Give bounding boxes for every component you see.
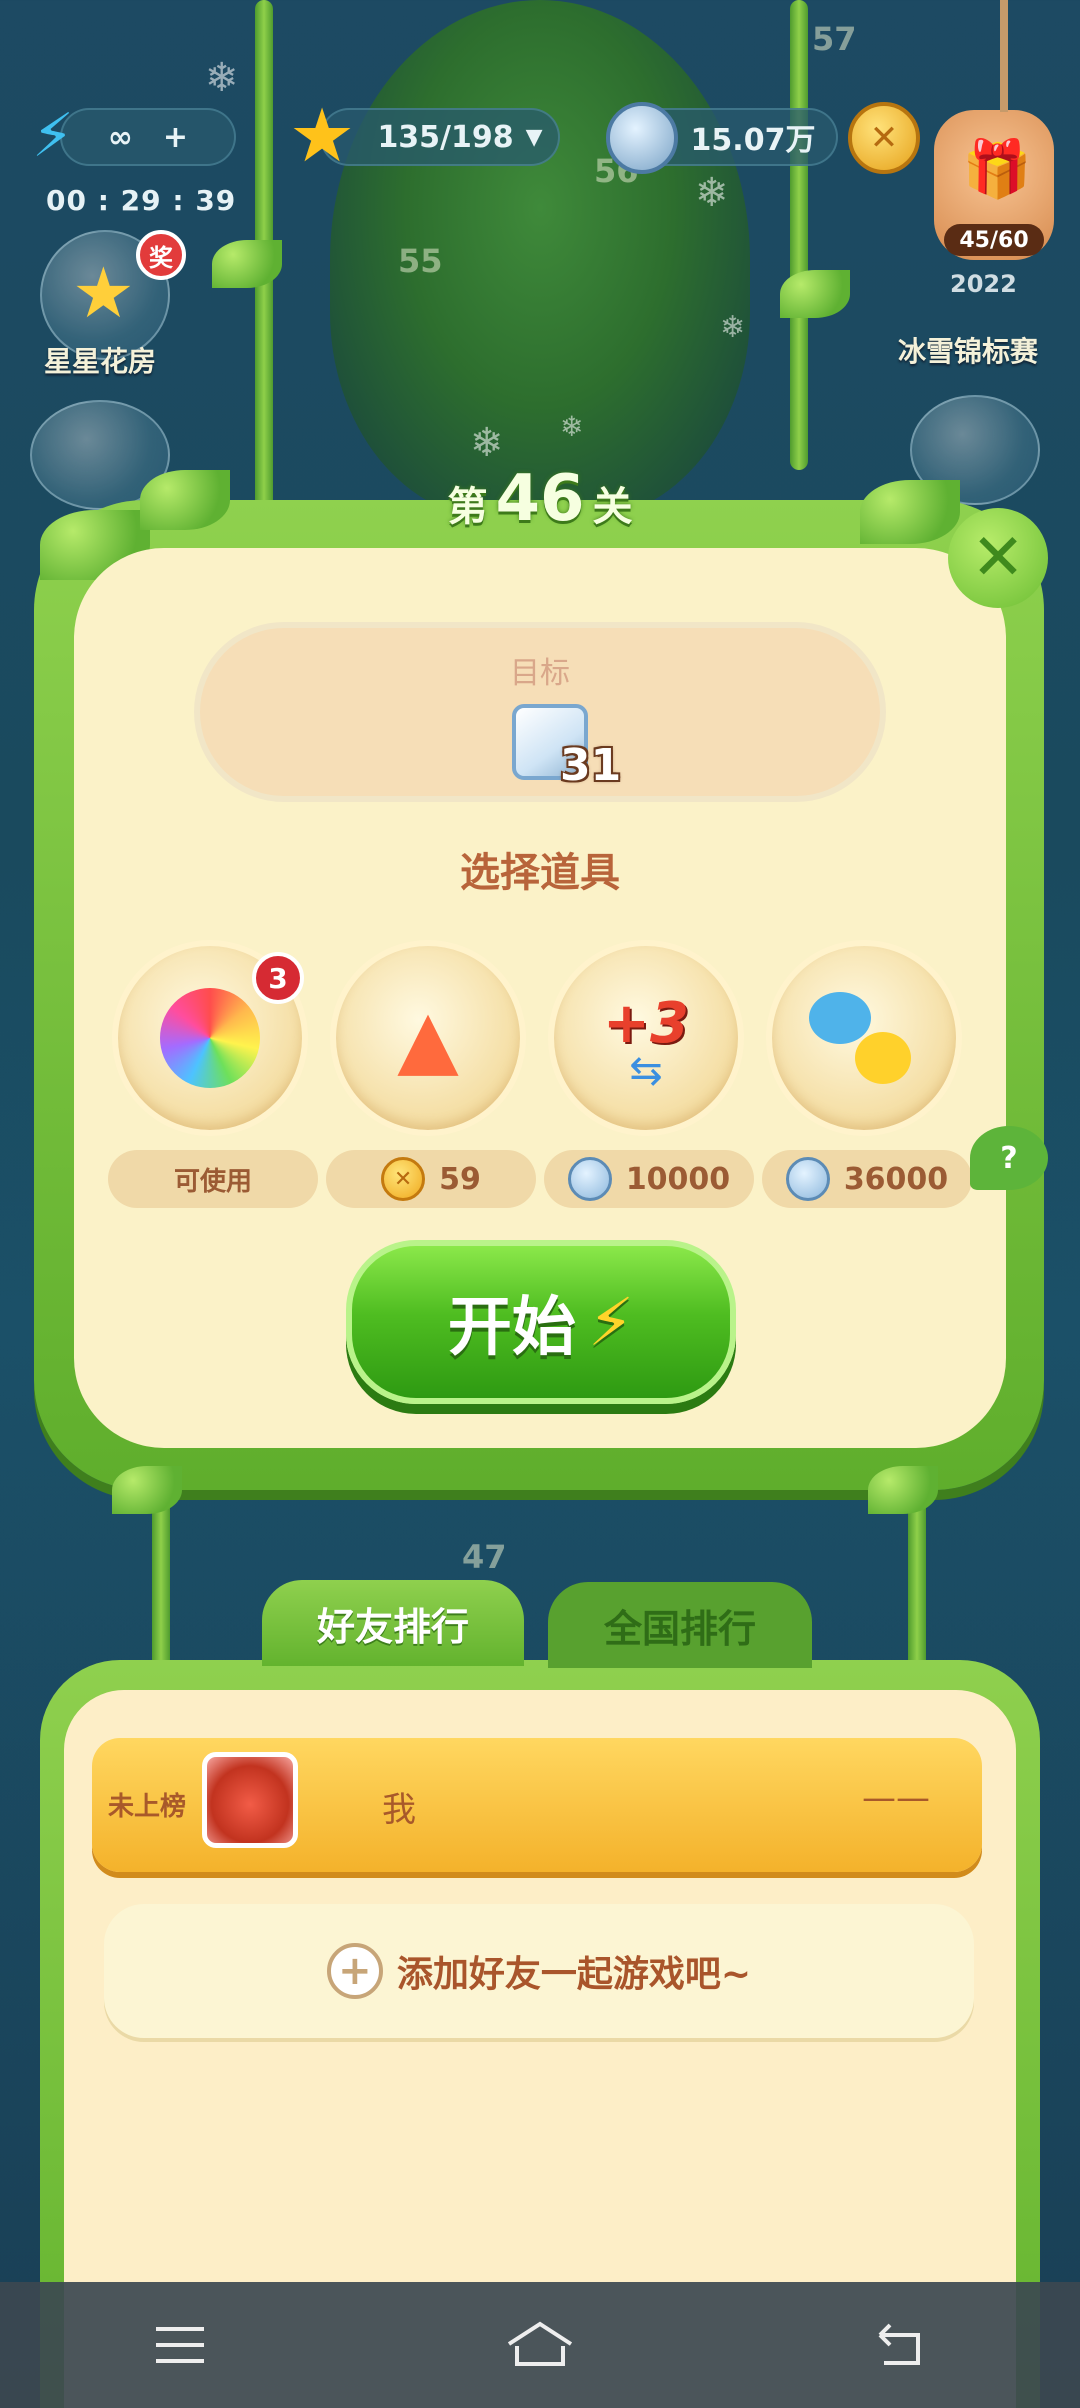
event-year: 2022 bbox=[950, 270, 1017, 298]
item-count-badge: 3 bbox=[252, 952, 304, 1004]
gold-coin-icon[interactable]: ✕ bbox=[848, 102, 920, 174]
gift-icon: 🎁 bbox=[962, 137, 1032, 202]
rope-decoration bbox=[1000, 0, 1008, 112]
plus-three-icon: +3 ⇆ bbox=[603, 990, 689, 1094]
snowflake-icon: ❄ bbox=[720, 310, 746, 345]
item-plus-three-moves[interactable]: +3 ⇆ bbox=[548, 940, 744, 1136]
rank-status: 未上榜 bbox=[108, 1792, 187, 1822]
goal-label: 目标 bbox=[510, 656, 570, 691]
lightning-icon: ⚡ bbox=[587, 1283, 635, 1361]
lightning-icon: ⚡ bbox=[31, 101, 75, 171]
item-firework-rockets[interactable]: ▲ bbox=[330, 940, 526, 1136]
item-price-available[interactable]: 可使用 bbox=[108, 1150, 318, 1208]
leaf-decoration bbox=[140, 470, 230, 530]
help-button[interactable]: ? bbox=[970, 1126, 1048, 1190]
item-price-silver[interactable]: 10000 bbox=[544, 1150, 754, 1208]
rainbow-bird-icon bbox=[160, 988, 260, 1088]
start-label: 开始 bbox=[447, 1291, 576, 1365]
level-number: 46 bbox=[495, 462, 585, 536]
add-friend-label: 添加好友一起游戏吧~ bbox=[396, 1954, 752, 1995]
silver-price: 36000 bbox=[843, 1161, 949, 1197]
leaf-decoration bbox=[212, 240, 282, 288]
leaf-decoration bbox=[780, 270, 850, 318]
home-icon[interactable] bbox=[480, 2295, 600, 2395]
vine-decoration bbox=[790, 0, 808, 470]
snowflake-icon: ❄ bbox=[695, 170, 729, 216]
leaf-decoration bbox=[868, 1466, 938, 1514]
level-title-suffix: 关 bbox=[592, 484, 633, 530]
player-name: 我 bbox=[382, 1790, 416, 1830]
tab-friends-ranking[interactable]: 好友排行 bbox=[262, 1580, 524, 1666]
my-ranking-row[interactable]: 未上榜 我 —— bbox=[92, 1738, 982, 1872]
select-items-title: 选择道具 bbox=[460, 850, 620, 896]
close-button[interactable]: ✕ bbox=[948, 508, 1048, 608]
gold-price: 59 bbox=[439, 1161, 481, 1197]
plus-three-text: +3 bbox=[603, 990, 689, 1056]
swap-arrows-icon: ⇆ bbox=[629, 1047, 663, 1094]
silver-coin-icon bbox=[606, 102, 678, 174]
silver-coin-icon bbox=[785, 1157, 830, 1201]
reward-badge: 奖 bbox=[136, 230, 186, 280]
level-title-prefix: 第 bbox=[447, 484, 488, 530]
map-level-number[interactable]: 47 bbox=[462, 1538, 507, 1576]
map-level-number[interactable]: 55 bbox=[398, 242, 443, 280]
silver-price: 10000 bbox=[625, 1161, 731, 1197]
level-title: 第 46 关 bbox=[400, 462, 680, 546]
start-button[interactable]: 开始 ⚡ bbox=[346, 1240, 736, 1404]
star-icon: ★ bbox=[288, 93, 356, 179]
lives-timer: 00 : 29 : 39 bbox=[46, 184, 237, 217]
goal-panel: 目标 31 bbox=[194, 622, 886, 802]
plus-icon: + bbox=[326, 1943, 383, 1999]
silver-coin-value: 15.07万 bbox=[690, 123, 816, 158]
map-level-number[interactable]: 57 bbox=[812, 20, 857, 58]
add-lives-icon[interactable]: + bbox=[163, 120, 188, 155]
goal-count: 31 bbox=[560, 740, 622, 791]
back-icon[interactable] bbox=[840, 2295, 960, 2395]
snow-championship-label[interactable]: 冰雪锦标赛 bbox=[898, 330, 1038, 370]
menu-icon[interactable] bbox=[120, 2295, 240, 2395]
infinity-text: ∞ bbox=[107, 119, 133, 155]
snowflake-icon: ❄ bbox=[470, 420, 504, 466]
silver-coin-icon bbox=[567, 1157, 612, 1201]
star-flower-icon: ★ bbox=[72, 252, 135, 334]
star-garden-label[interactable]: 星星花房 bbox=[44, 340, 156, 380]
beanstalk-background bbox=[330, 0, 750, 520]
system-navigation-bar bbox=[0, 2282, 1080, 2408]
chevron-down-icon[interactable]: ▼ bbox=[526, 125, 543, 150]
snowflake-icon: ❄ bbox=[205, 55, 239, 101]
leaf-decoration bbox=[112, 1466, 182, 1514]
rocket-icon: ▲ bbox=[397, 991, 459, 1085]
available-label: 可使用 bbox=[173, 1166, 252, 1197]
gift-box-button[interactable]: 🎁 45/60 bbox=[934, 110, 1054, 260]
gold-coin-icon: ✕ bbox=[381, 1157, 426, 1201]
tab-national-ranking[interactable]: 全国排行 bbox=[548, 1582, 812, 1668]
stars-value: 135/198 bbox=[377, 119, 514, 155]
add-friend-button[interactable]: + 添加好友一起游戏吧~ bbox=[104, 1904, 974, 2038]
animal-swap-icon bbox=[809, 988, 919, 1088]
item-price-silver[interactable]: 36000 bbox=[762, 1150, 972, 1208]
leaf-decoration bbox=[860, 480, 960, 544]
snowflake-icon: ❄ bbox=[560, 410, 584, 443]
gift-progress: 45/60 bbox=[944, 224, 1044, 256]
avatar bbox=[202, 1752, 298, 1848]
player-score: —— bbox=[862, 1778, 930, 1818]
item-price-gold[interactable]: ✕ 59 bbox=[326, 1150, 536, 1208]
item-animal-swap[interactable] bbox=[766, 940, 962, 1136]
